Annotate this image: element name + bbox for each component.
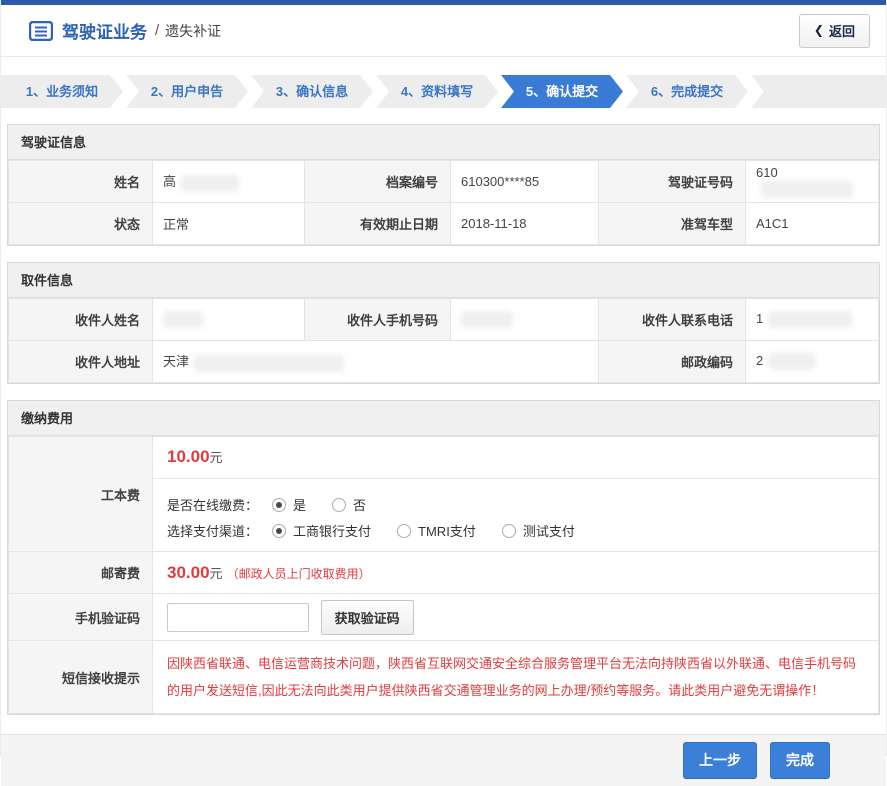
step-bar-filler bbox=[751, 75, 886, 108]
redacted-value bbox=[768, 311, 852, 328]
sms-tip-cell: 因陕西省联通、电信运营商技术问题，陕西省互联网交通安全综合服务管理平台无法向持陕… bbox=[153, 641, 879, 714]
step-1-business-notice[interactable]: 1、业务须知 bbox=[1, 75, 123, 108]
pickup-info-table: 收件人姓名 收件人手机号码 收件人联系电话 1 收件人地址 天津 邮政编码 2 bbox=[8, 298, 879, 383]
redacted-value bbox=[461, 311, 513, 328]
radio-channel-test[interactable] bbox=[502, 524, 516, 538]
radio-channel-tmri[interactable] bbox=[397, 524, 411, 538]
step-progress-bar: 1、业务须知 2、用户申告 3、确认信息 4、资料填写 5、确认提交 6、完成提… bbox=[1, 75, 886, 108]
payment-table: 工本费 10.00元 是否在线缴费： 是 否 选择支付渠道： bbox=[8, 436, 879, 714]
production-fee-label: 工本费 bbox=[9, 437, 153, 552]
table-row: 姓名 高 档案编号 610300****85 驾驶证号码 610 bbox=[9, 161, 879, 203]
recipient-mobile-label: 收件人手机号码 bbox=[305, 299, 451, 341]
radio-channel-tmri-label[interactable]: TMRI支付 bbox=[418, 521, 476, 540]
step-6-complete-submit[interactable]: 6、完成提交 bbox=[626, 75, 748, 108]
recipient-address-label: 收件人地址 bbox=[9, 341, 153, 383]
radio-channel-icbc-label[interactable]: 工商银行支付 bbox=[293, 521, 371, 540]
license-no-label: 驾驶证号码 bbox=[599, 161, 746, 203]
license-no-value: 610 bbox=[746, 161, 879, 203]
finish-button[interactable]: 完成 bbox=[770, 742, 830, 779]
expiry-label: 有效期止日期 bbox=[305, 203, 451, 245]
radio-channel-test-label[interactable]: 测试支付 bbox=[523, 521, 575, 540]
step-2-user-declaration[interactable]: 2、用户申告 bbox=[126, 75, 248, 108]
recipient-phone-value: 1 bbox=[746, 299, 879, 341]
payment-section: 缴纳费用 工本费 10.00元 是否在线缴费： 是 否 选择 bbox=[7, 400, 880, 715]
recipient-phone-label: 收件人联系电话 bbox=[599, 299, 746, 341]
online-payment-row: 是否在线缴费： 是 否 bbox=[167, 495, 864, 514]
postal-code-label: 邮政编码 bbox=[599, 341, 746, 383]
captcha-label: 手机验证码 bbox=[9, 594, 153, 641]
production-fee-amount-line: 10.00元 bbox=[153, 437, 878, 479]
sms-tip-text: 因陕西省联通、电信运营商技术问题，陕西省互联网交通安全综合服务管理平台无法向持陕… bbox=[167, 650, 864, 704]
chevron-left-icon: ❮ bbox=[814, 23, 824, 37]
status-label: 状态 bbox=[9, 203, 153, 245]
table-row: 手机验证码 获取验证码 bbox=[9, 594, 879, 641]
payment-channel-row: 选择支付渠道： 工商银行支付 TMRI支付 测试支付 bbox=[167, 521, 864, 540]
production-fee-cell: 10.00元 是否在线缴费： 是 否 选择支付渠道： 工商银行支付 bbox=[153, 437, 879, 552]
file-no-value: 610300****85 bbox=[451, 161, 599, 203]
license-info-section: 驾驶证信息 姓名 高 档案编号 610300****85 驾驶证号码 610 状… bbox=[7, 124, 880, 246]
name-label: 姓名 bbox=[9, 161, 153, 203]
status-value: 正常 bbox=[153, 203, 305, 245]
redacted-value bbox=[181, 175, 239, 192]
currency-unit: 元 bbox=[210, 566, 223, 581]
redacted-value bbox=[163, 311, 203, 328]
name-value: 高 bbox=[153, 161, 305, 203]
table-row: 邮寄费 30.00元 （邮政人员上门收取费用） bbox=[9, 552, 879, 594]
recipient-name-value bbox=[153, 299, 305, 341]
pickup-info-section: 取件信息 收件人姓名 收件人手机号码 收件人联系电话 1 收件人地址 天津 邮政… bbox=[7, 262, 880, 384]
recipient-mobile-value bbox=[451, 299, 599, 341]
license-info-table: 姓名 高 档案编号 610300****85 驾驶证号码 610 状态 正常 有… bbox=[8, 160, 879, 245]
payment-section-title: 缴纳费用 bbox=[8, 401, 879, 436]
get-captcha-button[interactable]: 获取验证码 bbox=[321, 600, 414, 635]
radio-online-yes-label[interactable]: 是 bbox=[293, 495, 306, 514]
postage-fee-amount: 30.00 bbox=[167, 563, 210, 582]
vehicle-type-label: 准驾车型 bbox=[599, 203, 746, 245]
online-payment-label: 是否在线缴费： bbox=[167, 495, 258, 514]
postage-fee-cell: 30.00元 （邮政人员上门收取费用） bbox=[153, 552, 879, 594]
step-5-confirm-submit-active[interactable]: 5、确认提交 bbox=[501, 75, 623, 108]
license-section-title: 驾驶证信息 bbox=[8, 125, 879, 160]
radio-online-yes[interactable] bbox=[272, 498, 286, 512]
postage-fee-label: 邮寄费 bbox=[9, 552, 153, 594]
recipient-name-label: 收件人姓名 bbox=[9, 299, 153, 341]
radio-channel-icbc[interactable] bbox=[272, 524, 286, 538]
captcha-cell: 获取验证码 bbox=[153, 594, 879, 641]
sms-tip-label: 短信接收提示 bbox=[9, 641, 153, 714]
back-button-label: 返回 bbox=[829, 21, 855, 40]
table-row: 收件人姓名 收件人手机号码 收件人联系电话 1 bbox=[9, 299, 879, 341]
page-header: 驾驶证业务 / 遗失补证 ❮ 返回 bbox=[1, 5, 886, 57]
step-4-fill-data[interactable]: 4、资料填写 bbox=[376, 75, 498, 108]
table-row: 短信接收提示 因陕西省联通、电信运营商技术问题，陕西省互联网交通安全综合服务管理… bbox=[9, 641, 879, 714]
table-row: 工本费 10.00元 是否在线缴费： 是 否 选择支付渠道： bbox=[9, 437, 879, 552]
postal-code-value: 2 bbox=[746, 341, 879, 383]
recipient-address-value: 天津 bbox=[153, 341, 599, 383]
previous-step-button[interactable]: 上一步 bbox=[683, 742, 757, 779]
table-row: 状态 正常 有效期止日期 2018-11-18 准驾车型 A1C1 bbox=[9, 203, 879, 245]
vehicle-type-value: A1C1 bbox=[746, 203, 879, 245]
back-button[interactable]: ❮ 返回 bbox=[799, 14, 870, 48]
postage-fee-note: （邮政人员上门收取费用） bbox=[227, 567, 371, 581]
captcha-input[interactable] bbox=[167, 603, 309, 632]
step-3-confirm-info[interactable]: 3、确认信息 bbox=[251, 75, 373, 108]
file-no-label: 档案编号 bbox=[305, 161, 451, 203]
breadcrumb-separator: / bbox=[155, 22, 159, 39]
production-fee-amount: 10.00 bbox=[167, 447, 210, 466]
radio-online-no[interactable] bbox=[332, 498, 346, 512]
page-title: 驾驶证业务 bbox=[62, 18, 147, 43]
payment-channel-label: 选择支付渠道： bbox=[167, 521, 258, 540]
footer-action-bar: 上一步 完成 bbox=[1, 734, 886, 786]
redacted-value bbox=[761, 181, 853, 198]
expiry-value: 2018-11-18 bbox=[451, 203, 599, 245]
table-row: 收件人地址 天津 邮政编码 2 bbox=[9, 341, 879, 383]
currency-unit: 元 bbox=[210, 450, 223, 465]
pickup-section-title: 取件信息 bbox=[8, 263, 879, 298]
payment-options: 是否在线缴费： 是 否 选择支付渠道： 工商银行支付 TMRI支付 测试支付 bbox=[153, 479, 878, 551]
redacted-value bbox=[768, 353, 816, 370]
radio-online-no-label[interactable]: 否 bbox=[353, 495, 366, 514]
redacted-value bbox=[194, 355, 344, 372]
list-document-icon bbox=[29, 21, 53, 41]
breadcrumb-current: 遗失补证 bbox=[165, 21, 221, 41]
